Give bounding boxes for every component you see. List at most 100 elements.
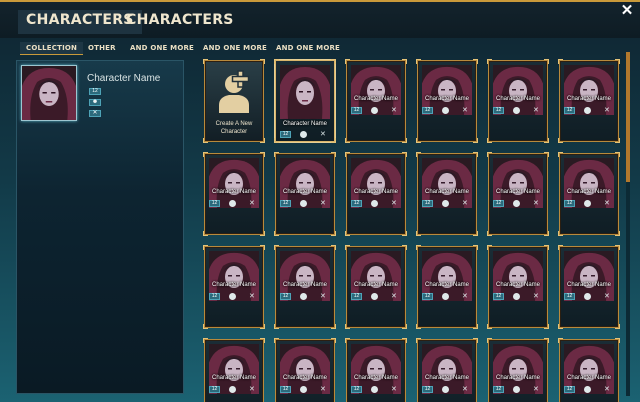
frame-corner (203, 245, 208, 250)
level-badge: 12 (422, 293, 433, 300)
character-card[interactable]: Character Name 12 ✕ (274, 59, 336, 143)
character-name: Character Name (211, 282, 256, 288)
character-name: Character Name (282, 121, 327, 127)
selected-character-name: Character Name (87, 73, 161, 84)
frame-corner (274, 152, 279, 157)
close-icon[interactable]: ✕ (620, 3, 634, 18)
character-name: Character Name (353, 282, 398, 288)
frame-corner (416, 245, 421, 250)
level-badge: 12 (209, 386, 220, 393)
frame-corner (544, 338, 549, 343)
character-name: Character Name (566, 96, 611, 102)
frame-corner (558, 338, 563, 343)
character-card[interactable]: Character Name 12 ✕ (416, 338, 478, 402)
character-stats: 12 ✕ (493, 385, 545, 394)
frame-corner (558, 231, 563, 236)
frame-corner (544, 138, 549, 143)
skull-icon (442, 200, 449, 207)
subtab-and-one-more-1[interactable]: AND ONE MORE (124, 42, 200, 54)
character-card[interactable]: Character Name 12 ✕ (487, 245, 549, 329)
character-card[interactable]: Character Name 12 ✕ (487, 338, 549, 402)
skull-icon (300, 131, 307, 138)
frame-corner (615, 324, 620, 329)
character-card[interactable]: Character Name 12 ✕ (203, 338, 265, 402)
character-name: Character Name (282, 375, 327, 381)
frame-corner (260, 59, 265, 64)
level-badge: 12 (493, 200, 504, 207)
frame-corner (615, 138, 620, 143)
frame-corner (487, 245, 492, 250)
frame-corner (558, 245, 563, 250)
create-new-character-button[interactable]: Create A New Character (203, 59, 265, 143)
character-card[interactable]: Character Name 12 ✕ (203, 245, 265, 329)
frame-corner (331, 231, 336, 236)
subtab-and-one-more-3[interactable]: AND ONE MORE (270, 42, 346, 54)
subtab-other[interactable]: OTHER (82, 42, 122, 54)
character-card[interactable]: Character Name 12 ✕ (558, 59, 620, 143)
frame-corner (416, 324, 421, 329)
frame-corner (558, 138, 563, 143)
frame-corner (203, 138, 208, 143)
character-card[interactable]: Character Name 12 ✕ (274, 245, 336, 329)
character-stats: 12 ✕ (422, 199, 474, 208)
character-stats: 12 ✕ (564, 385, 616, 394)
subtab-and-one-more-2[interactable]: AND ONE MORE (197, 42, 273, 54)
frame-corner (331, 338, 336, 343)
tab-characters-active[interactable]: CHARACTERS (18, 10, 142, 34)
character-card[interactable]: Character Name 12 ✕ (345, 245, 407, 329)
character-card[interactable]: Character Name 12 ✕ (203, 152, 265, 236)
frame-corner (260, 324, 265, 329)
skull-icon (442, 293, 449, 300)
character-card[interactable]: Character Name 12 ✕ (558, 152, 620, 236)
character-card[interactable]: Character Name 12 ✕ (416, 59, 478, 143)
frame-corner (203, 324, 208, 329)
character-card[interactable]: Character Name 12 ✕ (345, 338, 407, 402)
frame-corner (544, 59, 549, 64)
frame-corner (260, 338, 265, 343)
character-card[interactable]: Character Name 12 ✕ (345, 152, 407, 236)
level-badge: 12 (493, 107, 504, 114)
character-name: Character Name (353, 375, 398, 381)
skull-icon (584, 107, 591, 114)
crossed-swords-icon: ✕ (249, 293, 255, 300)
scrollbar-thumb[interactable] (626, 52, 630, 182)
character-stats: 12 ✕ (209, 292, 261, 301)
add-user-icon (213, 67, 255, 115)
frame-corner (416, 338, 421, 343)
character-name: Character Name (424, 375, 469, 381)
crossed-swords-icon: ✕ (320, 200, 326, 207)
character-card[interactable]: Character Name 12 ✕ (487, 152, 549, 236)
character-stats: 12 ✕ (422, 292, 474, 301)
frame-corner (416, 152, 421, 157)
frame-corner (558, 152, 563, 157)
frame-corner (331, 245, 336, 250)
character-card[interactable]: Character Name 12 ✕ (274, 338, 336, 402)
selected-level-badge: 12 (89, 88, 101, 95)
character-name: Character Name (353, 189, 398, 195)
skull-icon (513, 386, 520, 393)
crossed-swords-icon: ✕ (249, 386, 255, 393)
character-card[interactable]: Character Name 12 ✕ (416, 245, 478, 329)
subtab-collection[interactable]: COLLECTION (20, 42, 84, 55)
character-card[interactable]: Character Name 12 ✕ (558, 245, 620, 329)
level-badge: 12 (493, 293, 504, 300)
character-stats: 12 ✕ (280, 385, 332, 394)
frame-corner (402, 231, 407, 236)
crossed-swords-icon: ✕ (533, 107, 539, 114)
character-card[interactable]: Character Name 12 ✕ (345, 59, 407, 143)
level-badge: 12 (280, 293, 291, 300)
character-card[interactable]: Character Name 12 ✕ (558, 338, 620, 402)
crossed-swords-icon: ✕ (462, 386, 468, 393)
frame-corner (558, 59, 563, 64)
character-stats: 12 ✕ (564, 199, 616, 208)
character-card[interactable]: Character Name 12 ✕ (487, 59, 549, 143)
level-badge: 12 (422, 107, 433, 114)
frame-corner (615, 59, 620, 64)
level-badge: 12 (209, 293, 220, 300)
tab-characters[interactable]: CHARACTERS (126, 12, 234, 28)
frame-corner (615, 231, 620, 236)
frame-corner (487, 138, 492, 143)
character-card[interactable]: Character Name 12 ✕ (274, 152, 336, 236)
selected-character-portrait (21, 65, 77, 121)
character-card[interactable]: Character Name 12 ✕ (416, 152, 478, 236)
